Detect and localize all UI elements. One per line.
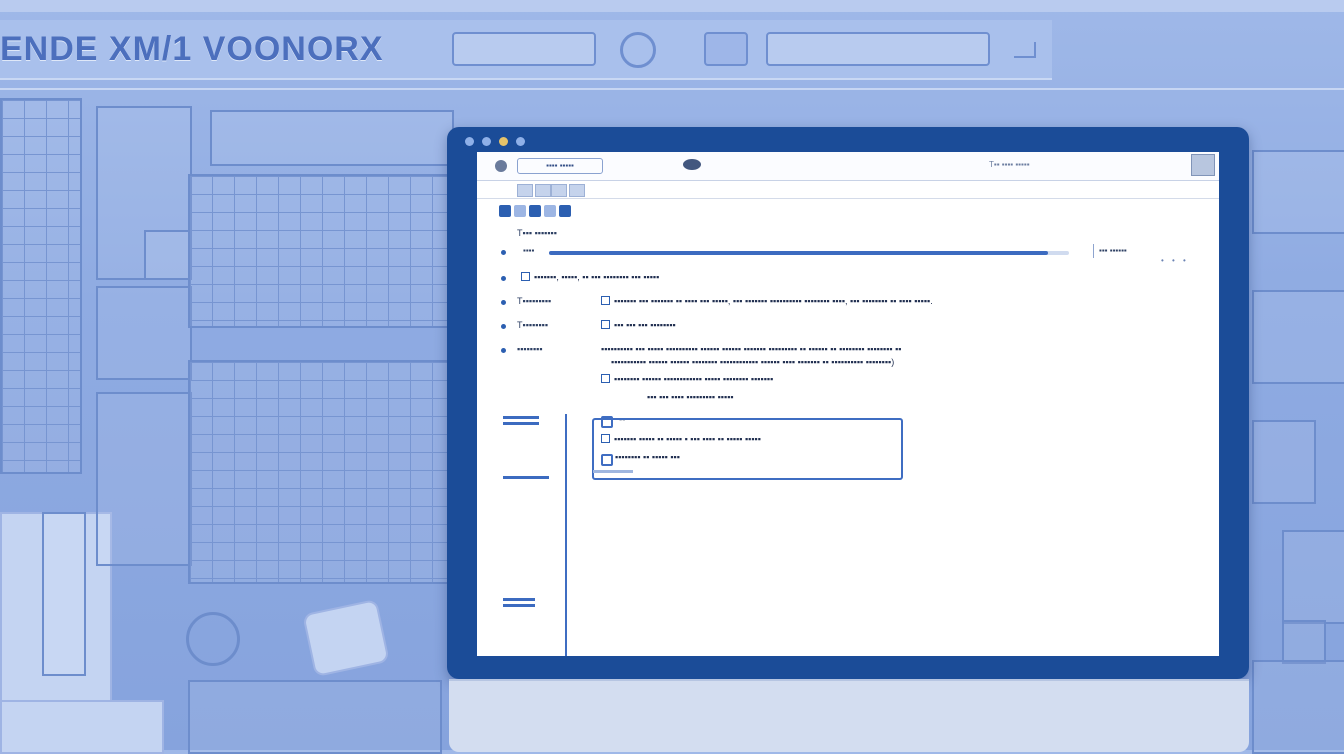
list-item-value: ▪▪▪▪▪▪▪▪▪▪ ▪▪▪ ▪▪▪▪▪ ▪▪▪▪▪▪▪▪▪▪ ▪▪▪▪▪▪ ▪…	[601, 344, 902, 354]
tab-1[interactable]	[517, 184, 533, 197]
share-icon[interactable]	[544, 204, 556, 217]
background-divider	[0, 88, 1344, 90]
tab-strip	[477, 182, 1219, 199]
avatar[interactable]	[1191, 154, 1215, 176]
background-panel	[42, 512, 86, 676]
progress-bar	[549, 251, 1069, 255]
background-panel	[210, 110, 454, 166]
progress-row: ▪▪▪▪ ▪▪▪ ▪▪▪▪▪▪	[497, 244, 1197, 260]
bullet-icon	[501, 348, 506, 353]
toolbar-right-text: T▪▪ ▪▪▪▪ ▪▪▪▪▪	[989, 160, 1030, 169]
background-panel	[96, 392, 192, 566]
checkbox[interactable]	[601, 320, 610, 329]
background-chip	[766, 32, 990, 66]
bullet-icon	[501, 276, 506, 281]
app-window: ▪▪▪▪ ▪▪▪▪▪ T▪▪ ▪▪▪▪ ▪▪▪▪▪ T▪▪▪ ▪▪▪▪▪▪▪ ▪…	[477, 152, 1219, 656]
list-item-key: T▪▪▪▪▪▪▪▪	[517, 320, 549, 330]
tab-3[interactable]	[551, 184, 567, 197]
background-panel	[1252, 150, 1344, 234]
status-dot-icon	[516, 137, 525, 146]
background-header-title: ENDE XM/1 VOONORX	[0, 30, 384, 68]
checkbox[interactable]	[521, 272, 530, 281]
background-panel	[302, 598, 390, 678]
save-icon[interactable]	[559, 204, 571, 217]
side-marker	[503, 416, 539, 419]
radio-icon[interactable]	[601, 454, 613, 466]
status-dot-icon	[482, 137, 491, 146]
box-item-text: ▪▪▪▪▪▪▪ ▪▪▪▪▪ ▪▪ ▪▪▪▪▪ ▪ ▪▪▪ ▪▪▪▪ ▪▪ ▪▪▪…	[614, 434, 761, 444]
progress-divider	[1093, 244, 1094, 258]
bullet-icon	[501, 250, 506, 255]
list-item-key: T▪▪▪▪▪▪▪▪▪	[517, 296, 552, 306]
background-panel	[1282, 530, 1344, 624]
bullet-icon	[501, 324, 506, 329]
checkbox[interactable]	[601, 296, 610, 305]
background-chip	[704, 32, 748, 66]
background-corner-icon	[1014, 42, 1036, 58]
box-underline	[593, 470, 633, 473]
copy-icon[interactable]	[529, 204, 541, 217]
checkbox[interactable]	[601, 374, 610, 383]
list-item-value: ▪▪▪▪▪▪▪ ▪▪▪ ▪▪▪▪▪▪▪ ▪▪ ▪▪▪▪ ▪▪▪ ▪▪▪▪▪, ▪…	[614, 296, 933, 306]
background-panel	[1252, 290, 1344, 384]
checkbox[interactable]	[601, 434, 610, 443]
background-top-strip	[0, 0, 1344, 12]
monitor-stand	[449, 679, 1249, 752]
progress-bar-fill	[549, 251, 1049, 255]
background-circle	[186, 612, 240, 666]
back-icon[interactable]	[495, 160, 507, 172]
background-panel	[1252, 420, 1316, 504]
section-label: T▪▪▪ ▪▪▪▪▪▪▪	[517, 228, 557, 238]
list-item-value: ▪▪▪▪▪▪▪▪▪▪▪ ▪▪▪▪▪▪ ▪▪▪▪▪▪ ▪▪▪▪▪▪▪▪ ▪▪▪▪▪…	[611, 357, 895, 367]
action-icons	[499, 202, 574, 218]
vertical-divider	[565, 414, 567, 656]
progress-label: ▪▪▪▪	[523, 246, 535, 255]
background-panel	[0, 700, 164, 754]
background-panel	[144, 230, 192, 280]
progress-meta: ▪▪▪ ▪▪▪▪▪▪	[1099, 246, 1127, 255]
background-panel	[0, 98, 82, 474]
background-panel	[1252, 660, 1344, 754]
side-marker	[503, 598, 535, 601]
toolbar-badge-icon[interactable]	[683, 159, 701, 170]
play-icon[interactable]	[499, 204, 511, 217]
background-panel	[188, 680, 442, 754]
list-item-value: ▪▪▪ ▪▪▪ ▪▪▪ ▪▪▪▪▪▪▪▪	[614, 320, 676, 330]
background-panel	[96, 286, 192, 380]
edit-icon[interactable]	[514, 204, 526, 217]
sub-item-text: ▪▪▪▪▪▪▪▪ ▪▪▪▪▪▪ ▪▪▪▪▪▪▪▪▪▪▪▪ ▪▪▪▪▪ ▪▪▪▪▪…	[614, 374, 774, 384]
side-marker	[503, 604, 535, 607]
side-marker	[503, 422, 539, 425]
sub-item-text: ▪▪▪ ▪▪▪ ▪▪▪▪ ▪▪▪▪▪▪▪▪▪ ▪▪▪▪▪	[647, 392, 734, 402]
tab-2[interactable]	[535, 184, 551, 197]
background-chip	[452, 32, 596, 66]
highlight-box[interactable]	[592, 418, 903, 480]
list-item-value: ▪▪▪▪▪▪▪, ▪▪▪▪▪, ▪▪ ▪▪▪ ▪▪▪▪▪▪▪▪ ▪▪▪ ▪▪▪▪…	[534, 272, 660, 282]
tab-4[interactable]	[569, 184, 585, 197]
status-dot-icon	[499, 137, 508, 146]
background-glyph-icon	[620, 32, 656, 68]
address-field[interactable]: ▪▪▪▪ ▪▪▪▪▪	[517, 158, 603, 174]
background-panel	[188, 360, 454, 584]
status-dot-icon	[465, 137, 474, 146]
more-icon[interactable]: • • •	[1161, 256, 1189, 265]
background-panel	[188, 174, 454, 328]
background-header: ENDE XM/1 VOONORX	[0, 20, 1052, 80]
background-panel	[1282, 620, 1326, 664]
side-marker	[503, 476, 549, 479]
box-item-text: ▪▪▪▪▪▪▪▪ ▪▪ ▪▪▪▪▪ ▪▪▪	[615, 452, 680, 462]
bullet-icon	[501, 300, 506, 305]
monitor-status-bar	[465, 133, 625, 151]
browser-toolbar: ▪▪▪▪ ▪▪▪▪▪ T▪▪ ▪▪▪▪ ▪▪▪▪▪	[477, 152, 1219, 181]
list-item-key: ▪▪▪▪▪▪▪▪	[517, 344, 543, 354]
